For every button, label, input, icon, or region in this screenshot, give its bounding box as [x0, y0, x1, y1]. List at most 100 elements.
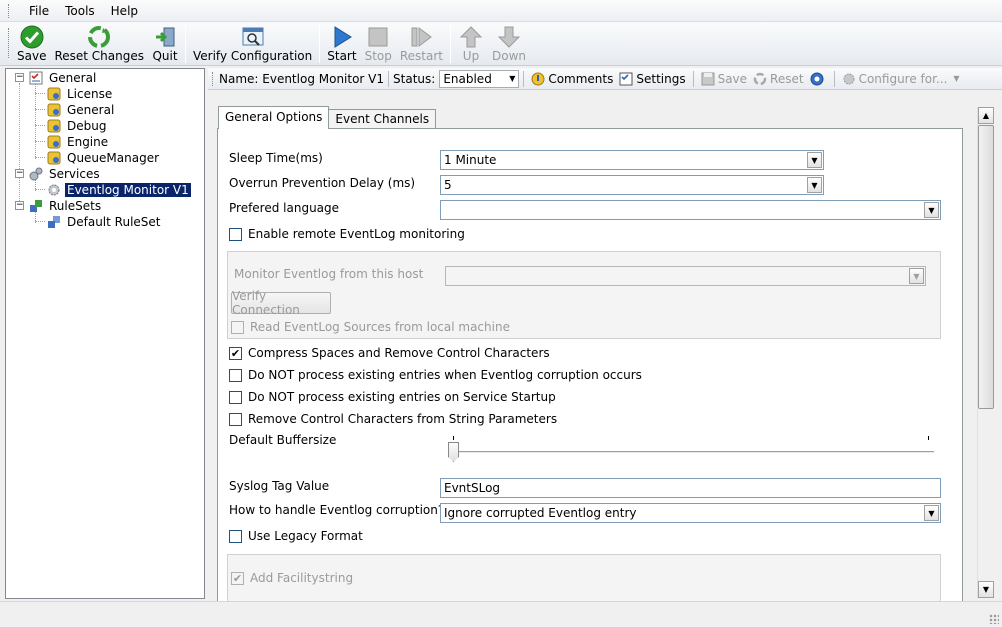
- tree-line: [35, 83, 36, 159]
- restart-button[interactable]: Restart: [396, 22, 447, 64]
- stop-label: Stop: [364, 49, 392, 63]
- scroll-down-button[interactable]: ▼: [978, 581, 994, 598]
- menu-grip: [8, 3, 11, 18]
- overrun-delay-value: 5: [444, 178, 452, 192]
- quit-button[interactable]: Quit: [148, 22, 182, 64]
- tree-label: General: [49, 71, 97, 85]
- down-button[interactable]: Down: [488, 22, 530, 64]
- up-button[interactable]: Up: [454, 22, 488, 64]
- buffersize-slider-track: [450, 451, 934, 454]
- tree-item-queuemanager[interactable]: QueueManager: [46, 150, 161, 166]
- sleep-time-select[interactable]: 1 Minute ▼: [440, 150, 824, 170]
- save-button[interactable]: Save: [13, 22, 50, 64]
- corruption-handling-select[interactable]: Ignore corrupted Eventlog entry ▼: [440, 503, 941, 523]
- help-button[interactable]: [807, 72, 830, 86]
- tree-item-debug[interactable]: Debug: [46, 118, 108, 134]
- chevron-down-icon: ▼: [807, 152, 822, 168]
- magnifier-window-icon: [240, 25, 266, 49]
- tree-item-general[interactable]: General: [28, 70, 98, 86]
- play-icon: [329, 25, 355, 49]
- enable-remote-checkbox[interactable]: Enable remote EventLog monitoring: [229, 227, 465, 241]
- comments-button[interactable]: Comments: [528, 72, 616, 86]
- remove-control-chars-label: Remove Control Characters from String Pa…: [248, 412, 558, 426]
- tab-general-options[interactable]: General Options: [218, 106, 330, 129]
- checklist-icon: [619, 72, 633, 86]
- tree-expander-general[interactable]: −: [15, 73, 24, 82]
- tree-item-engine[interactable]: Engine: [46, 134, 110, 150]
- menu-help[interactable]: Help: [103, 4, 146, 18]
- tree-item-default-ruleset[interactable]: Default RuleSet: [46, 214, 163, 230]
- monitor-host-label: Monitor Eventlog from this host: [234, 267, 424, 281]
- tree-item-eventlog-monitor[interactable]: Eventlog Monitor V1: [46, 182, 191, 198]
- header-reset-label: Reset: [770, 71, 804, 86]
- resize-grip-icon[interactable]: [989, 614, 999, 624]
- toolbar-separator: [185, 25, 186, 63]
- start-button[interactable]: Start: [323, 22, 360, 64]
- verify-configuration-button[interactable]: Verify Configuration: [189, 22, 316, 64]
- reset-changes-button[interactable]: Reset Changes: [50, 22, 148, 64]
- header-separator: [388, 70, 390, 87]
- scroll-up-button[interactable]: ▲: [978, 107, 994, 124]
- remove-control-chars-checkbox[interactable]: Remove Control Characters from String Pa…: [229, 412, 557, 426]
- use-legacy-checkbox[interactable]: Use Legacy Format: [229, 529, 363, 543]
- menu-file[interactable]: File: [21, 4, 57, 18]
- no-process-startup-checkbox[interactable]: Do NOT process existing entries on Servi…: [229, 390, 556, 404]
- tree-expander-services[interactable]: −: [15, 169, 24, 178]
- tab-event-channels[interactable]: Event Channels: [328, 109, 437, 129]
- use-legacy-label: Use Legacy Format: [248, 529, 363, 543]
- tree-label: Debug: [67, 119, 107, 133]
- header-save-button[interactable]: Save: [698, 72, 750, 86]
- tree-item-general-child[interactable]: General: [46, 102, 116, 118]
- header-grip: [212, 71, 215, 86]
- general-options-panel: Sleep Time(ms) 1 Minute ▼ Overrun Preven…: [217, 128, 963, 614]
- recycle-icon: [86, 25, 112, 49]
- toolbar-separator: [450, 25, 451, 63]
- toolbar-separator: [319, 25, 321, 63]
- scrollbar-thumb[interactable]: [978, 125, 994, 409]
- main-toolbar: Save Reset Changes Quit Verify Configura…: [0, 22, 1002, 66]
- menu-tools[interactable]: Tools: [57, 4, 103, 18]
- read-sources-checkbox[interactable]: Read EventLog Sources from local machine: [231, 320, 510, 334]
- status-select[interactable]: Enabled ▼: [439, 69, 520, 88]
- syslog-tag-input[interactable]: EvntSLog: [440, 478, 941, 498]
- verify-connection-button[interactable]: Verify Connection: [231, 289, 331, 317]
- start-label: Start: [327, 49, 357, 63]
- ruleset-icon: [28, 198, 44, 214]
- stop-button[interactable]: Stop: [361, 22, 396, 64]
- tree-item-services[interactable]: Services: [28, 166, 102, 182]
- quit-door-icon: [152, 25, 178, 49]
- service-header-bar: Name: Eventlog Monitor V1 Status: Enable…: [208, 68, 1002, 90]
- tree-expander-rulesets[interactable]: −: [15, 201, 24, 210]
- overrun-delay-select[interactable]: 5 ▼: [440, 175, 824, 195]
- shield-gear-icon: [46, 102, 62, 118]
- buffersize-slider-thumb[interactable]: [448, 442, 459, 462]
- tree-label: Services: [49, 167, 100, 181]
- settings-button[interactable]: Settings: [616, 72, 688, 86]
- arrow-up-icon: [458, 25, 484, 49]
- tree-item-rulesets[interactable]: RuleSets: [28, 198, 103, 214]
- up-label: Up: [462, 49, 480, 63]
- gear-icon: [46, 182, 62, 198]
- content-scrollbar[interactable]: ▲ ▼: [977, 107, 994, 599]
- chevron-down-icon: ▼: [924, 505, 939, 521]
- add-facility-checkbox[interactable]: ✔ Add Facilitystring: [231, 571, 353, 585]
- configuration-tree[interactable]: − − − General License General Debug Engi…: [5, 68, 205, 599]
- floppy-disk-icon: [701, 72, 715, 86]
- tree-item-license[interactable]: License: [46, 86, 114, 102]
- tree-line: [35, 157, 45, 158]
- add-facility-label: Add Facilitystring: [250, 571, 354, 585]
- no-process-corruption-checkbox[interactable]: Do NOT process existing entries when Eve…: [229, 368, 642, 382]
- tree-label: License: [67, 87, 113, 101]
- chevron-down-icon: ▼: [509, 74, 516, 83]
- compress-spaces-checkbox[interactable]: ✔ Compress Spaces and Remove Control Cha…: [229, 346, 550, 360]
- monitor-host-select[interactable]: ▼: [445, 266, 926, 286]
- menu-bar: File Tools Help: [0, 0, 1002, 22]
- overrun-delay-label: Overrun Prevention Delay (ms): [229, 176, 416, 190]
- tab-strip: General Options Event Channels: [218, 106, 437, 129]
- header-reset-button[interactable]: Reset: [750, 72, 807, 86]
- gear-icon: [842, 72, 856, 86]
- preferred-language-select[interactable]: ▼: [440, 200, 941, 220]
- configure-for-button[interactable]: Configure for... ▼: [839, 72, 963, 86]
- tree-label: RuleSets: [49, 199, 102, 213]
- tree-line: [35, 109, 45, 110]
